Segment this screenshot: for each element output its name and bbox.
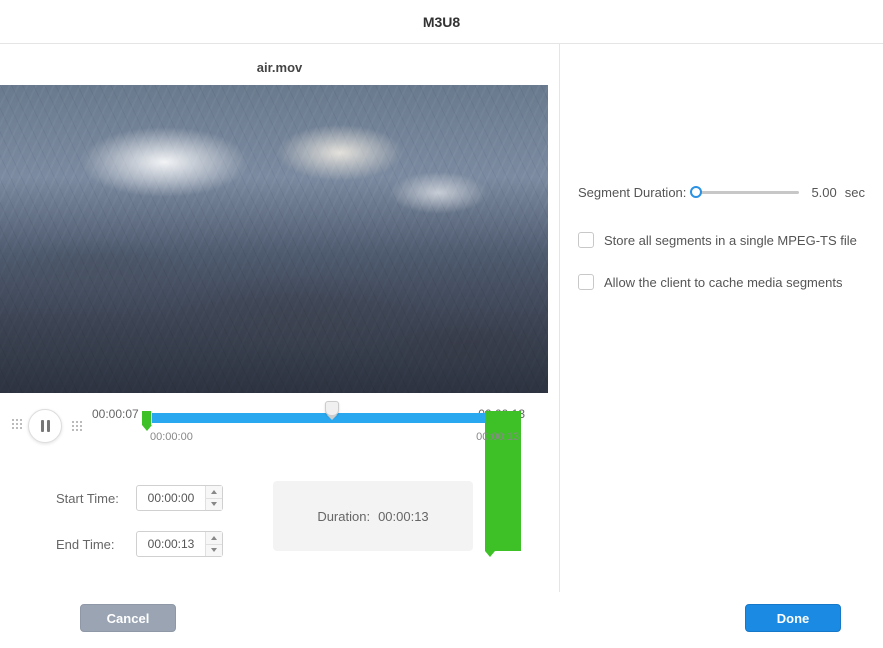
chevron-down-icon [211,548,217,552]
timeline-track[interactable] [146,413,517,423]
timeline-row: 00:00:07 00:00:13 00:00:00 00:00:13 [0,393,559,455]
start-time-input[interactable] [137,486,205,510]
end-time-down[interactable] [206,545,222,557]
single-file-label: Store all segments in a single MPEG-TS f… [604,233,857,248]
playhead[interactable] [325,401,339,416]
start-time-up[interactable] [206,486,222,499]
single-file-checkbox[interactable] [578,232,594,248]
file-name-label: air.mov [0,44,559,85]
segment-duration-unit: sec [845,185,865,200]
timeline-range-start: 00:00:00 [150,431,193,443]
segment-duration-slider[interactable] [694,184,798,200]
grip-icon [72,421,82,431]
timeline[interactable]: 00:00:07 00:00:13 00:00:00 00:00:13 [92,407,547,455]
chevron-down-icon [211,502,217,506]
slider-thumb[interactable] [690,186,702,198]
segment-duration-row: Segment Duration: 5.00 sec [578,184,865,200]
time-panel: Start Time: End Time: [0,455,559,557]
cache-checkbox[interactable] [578,274,594,290]
end-time-row: End Time: [56,531,223,557]
content: air.mov 00:00:07 00:00:13 0 [0,44,883,592]
end-time-spinner[interactable] [136,531,223,557]
done-button[interactable]: Done [745,604,841,632]
right-panel: Segment Duration: 5.00 sec Store all seg… [560,44,883,592]
start-time-down[interactable] [206,499,222,511]
end-time-label: End Time: [56,537,126,552]
pause-icon [41,420,50,432]
timeline-pos-left: 00:00:07 [92,407,139,421]
video-preview[interactable] [0,85,548,393]
cancel-button[interactable]: Cancel [80,604,176,632]
start-time-spinner[interactable] [136,485,223,511]
start-time-row: Start Time: [56,485,223,511]
segment-duration-label: Segment Duration: [578,185,686,200]
cache-row: Allow the client to cache media segments [578,274,865,290]
play-pause-button[interactable] [28,409,62,443]
segment-duration-value: 5.00 [807,185,837,200]
chevron-up-icon [211,490,217,494]
left-panel: air.mov 00:00:07 00:00:13 0 [0,44,560,592]
dialog-title: M3U8 [0,0,883,44]
cache-label: Allow the client to cache media segments [604,275,842,290]
slider-track [694,191,798,194]
drag-handle-icon [12,419,24,429]
footer: Cancel Done [0,592,883,644]
timeline-range-end: 00:00:13 [476,431,519,443]
duration-label: Duration: [317,509,370,524]
range-start-handle[interactable] [142,411,152,425]
duration-box: Duration: 00:00:13 [273,481,473,551]
single-file-row: Store all segments in a single MPEG-TS f… [578,232,865,248]
time-fields: Start Time: End Time: [56,485,223,557]
end-time-up[interactable] [206,532,222,545]
start-time-label: Start Time: [56,491,126,506]
chevron-up-icon [211,536,217,540]
duration-value: 00:00:13 [378,509,429,524]
end-time-input[interactable] [137,532,205,556]
